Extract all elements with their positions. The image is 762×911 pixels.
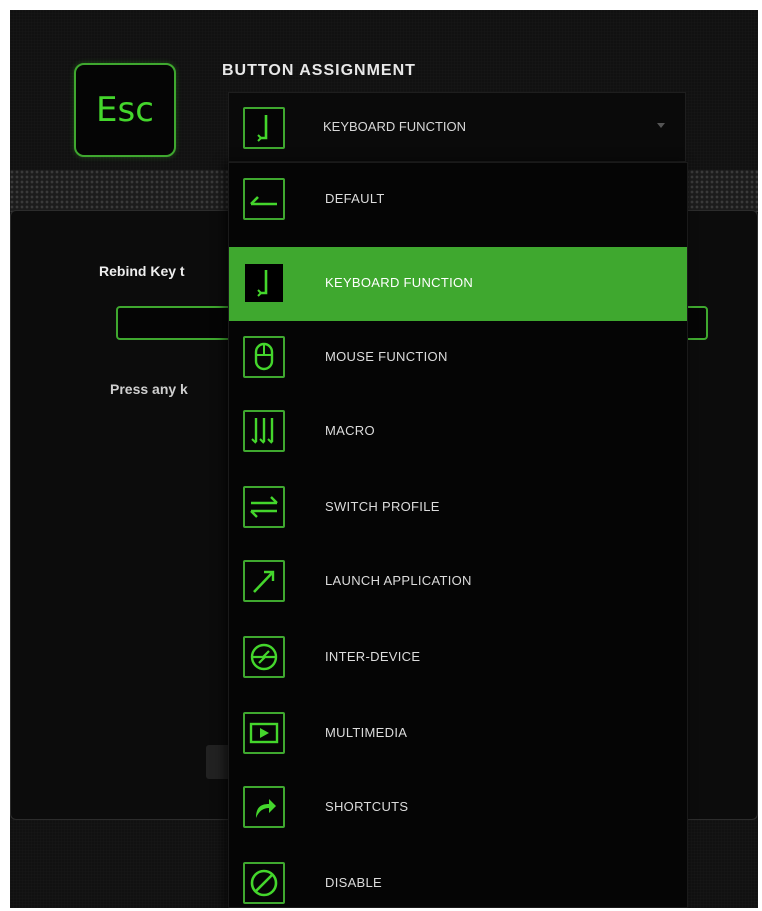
menu-item-keyboard-function[interactable]: KEYBOARD FUNCTION: [229, 247, 687, 321]
menu-item-disable[interactable]: DISABLE: [229, 847, 687, 908]
mouse-icon: [243, 336, 285, 378]
button-assignment-title: BUTTON ASSIGNMENT: [222, 62, 416, 79]
default-arrow-icon: [243, 178, 285, 220]
menu-item-default[interactable]: DEFAULT: [229, 163, 687, 237]
menu-item-label: SWITCH PROFILE: [325, 499, 440, 514]
menu-item-mouse-function[interactable]: MOUSE FUNCTION: [229, 321, 687, 395]
menu-item-multimedia[interactable]: MULTIMEDIA: [229, 697, 687, 771]
switch-profile-icon: [243, 486, 285, 528]
menu-item-label: INTER-DEVICE: [325, 649, 421, 664]
menu-item-switch-profile[interactable]: SWITCH PROFILE: [229, 471, 687, 545]
menu-item-label: DISABLE: [325, 875, 383, 890]
selected-key-esc[interactable]: Esc: [74, 63, 176, 157]
dropdown-selected-value: KEYBOARD FUNCTION: [323, 119, 467, 134]
menu-item-launch-application[interactable]: LAUNCH APPLICATION: [229, 545, 687, 619]
menu-item-label: MACRO: [325, 423, 375, 438]
assignment-menu: DEFAULT KEYBOARD FUNCTION MOUSE FUNCTION…: [228, 162, 688, 908]
key-assignment-window: Esc BUTTON ASSIGNMENT Rebind Key t Press…: [10, 10, 758, 908]
rebind-key-label: Rebind Key t: [99, 263, 185, 279]
assignment-dropdown[interactable]: KEYBOARD FUNCTION: [228, 92, 686, 162]
keyboard-icon: [243, 262, 285, 304]
shortcuts-icon: [243, 786, 285, 828]
macro-icon: [243, 410, 285, 452]
keyboard-icon: [243, 107, 285, 149]
menu-item-label: MULTIMEDIA: [325, 725, 408, 740]
menu-item-shortcuts[interactable]: SHORTCUTS: [229, 771, 687, 845]
menu-item-macro[interactable]: MACRO: [229, 395, 687, 469]
menu-item-label: LAUNCH APPLICATION: [325, 573, 472, 588]
launch-application-icon: [243, 560, 285, 602]
menu-item-label: MOUSE FUNCTION: [325, 349, 448, 364]
menu-item-label: DEFAULT: [325, 191, 385, 206]
chevron-down-icon[interactable]: [657, 123, 665, 128]
multimedia-icon: [243, 712, 285, 754]
menu-item-inter-device[interactable]: INTER-DEVICE: [229, 621, 687, 695]
menu-item-label: SHORTCUTS: [325, 799, 409, 814]
disable-icon: [243, 862, 285, 904]
press-any-key-hint: Press any k: [110, 381, 188, 397]
menu-item-label: KEYBOARD FUNCTION: [325, 275, 474, 290]
inter-device-icon: [243, 636, 285, 678]
